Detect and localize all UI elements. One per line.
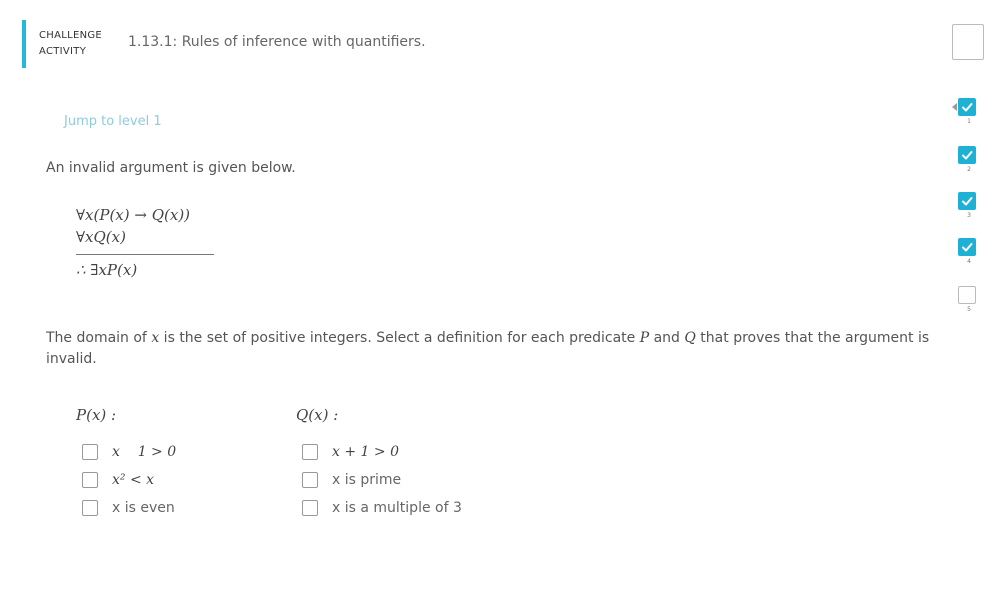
level-4-number: 4 [967,258,971,265]
level-3-number: 3 [967,212,971,219]
level-5-empty-box [958,286,976,304]
level-4-check-box [958,238,976,256]
check-icon [962,197,973,206]
activity-type-badge: CHALLENGE ACTIVITY [39,28,119,60]
accent-bar [22,20,26,68]
level-3[interactable]: 3 [958,192,980,219]
p-option-2-label: x² < x [112,472,155,488]
domain-text-2: is the set of positive integers. Select … [159,330,640,346]
p-definition-column: P(x) : x 1 > 0 x² < x x is even [76,406,176,522]
q-column-heading: Q(x) : [296,406,339,424]
p-option-3-checkbox[interactable] [82,500,98,516]
q-option-3[interactable]: x is a multiple of 3 [296,494,462,522]
level-2-number: 2 [967,166,971,173]
q-option-2[interactable]: x is prime [296,466,462,494]
q-definition-column: Q(x) : x + 1 > 0 x is prime x is a multi… [296,406,462,522]
challenge-activity-page: CHALLENGE ACTIVITY 1.13.1: Rules of infe… [0,0,993,596]
premise-2: ∀xQ(x) [76,228,126,246]
q-option-1-label: x + 1 > 0 [332,444,399,460]
level-1-number: 1 [967,118,971,125]
p-option-2[interactable]: x² < x [76,466,176,494]
domain-text-1: The domain of [46,330,152,346]
badge-line-2: ACTIVITY [39,46,87,57]
activity-completion-box [952,24,984,60]
jump-to-level-link[interactable]: Jump to level 1 [64,114,162,129]
level-5-number: 5 [967,306,971,313]
q-option-3-label: x is a multiple of 3 [332,500,462,516]
predicate-p-symbol: P [639,330,650,346]
q-option-1-checkbox[interactable] [302,444,318,460]
level-2[interactable]: 2 [958,146,980,173]
q-option-2-checkbox[interactable] [302,472,318,488]
badge-line-1: CHALLENGE [39,30,103,41]
level-4[interactable]: 4 [958,238,980,265]
level-2-check-box [958,146,976,164]
conclusion: ∴ ∃xP(x) [76,261,138,279]
q-option-3-checkbox[interactable] [302,500,318,516]
p-option-1[interactable]: x 1 > 0 [76,438,176,466]
p-option-3-label: x is even [112,500,175,516]
argument-divider [76,254,214,255]
level-5[interactable]: 5 [958,286,980,313]
activity-title: 1.13.1: Rules of inference with quantifi… [128,34,426,50]
domain-instructions: The domain of x is the set of positive i… [46,328,946,370]
level-1-check-box [958,98,976,116]
check-icon [962,243,973,252]
problem-intro: An invalid argument is given below. [46,160,296,176]
check-icon [962,103,973,112]
level-1[interactable]: 1 [952,98,980,125]
p-option-1-label: x 1 > 0 [112,444,177,460]
current-level-caret-icon [952,103,957,111]
domain-text-3: and [649,330,685,346]
q-option-2-label: x is prime [332,472,402,488]
p-option-1-checkbox[interactable] [82,444,98,460]
check-icon [962,151,973,160]
argument-block: ∀x(P(x) → Q(x)) ∀xQ(x) ∴ ∃xP(x) [76,204,216,281]
level-3-check-box [958,192,976,210]
p-option-3[interactable]: x is even [76,494,176,522]
p-option-2-checkbox[interactable] [82,472,98,488]
p-column-heading: P(x) : [76,406,117,424]
q-option-1[interactable]: x + 1 > 0 [296,438,462,466]
premise-1: ∀x(P(x) → Q(x)) [76,206,191,224]
predicate-q-symbol: Q [684,330,696,346]
